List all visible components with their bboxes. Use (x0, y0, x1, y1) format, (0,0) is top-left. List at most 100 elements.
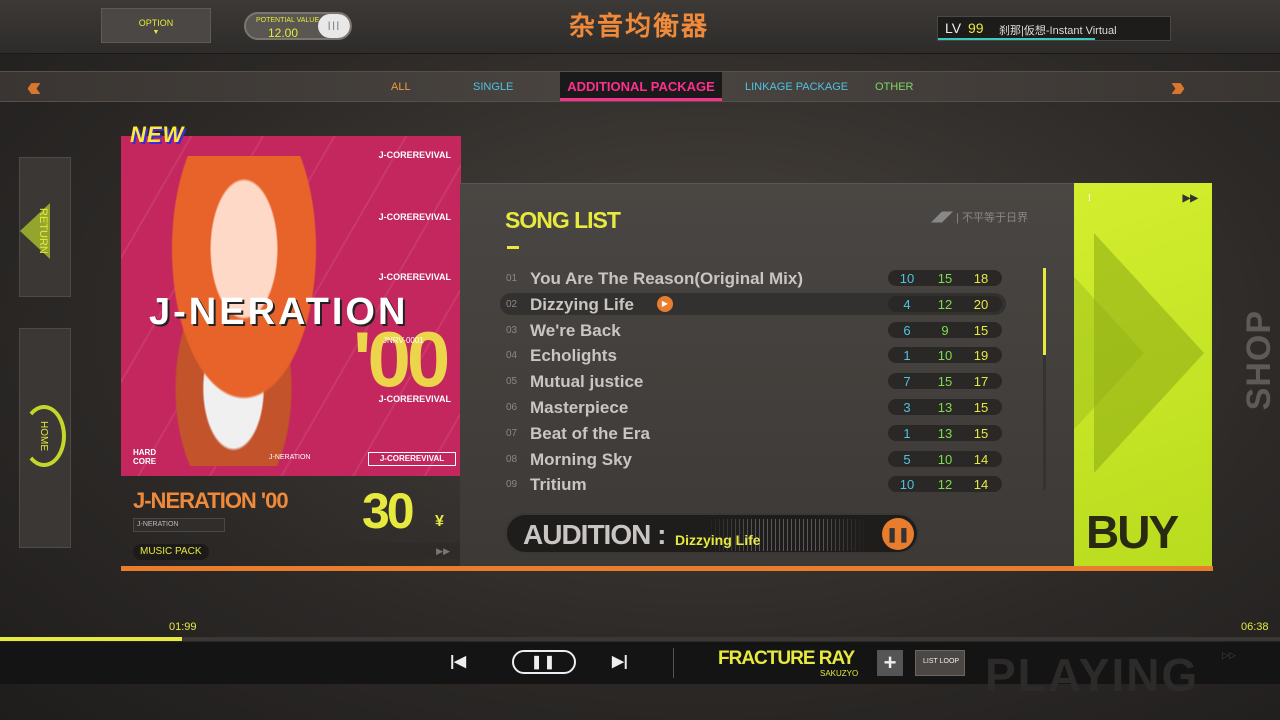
song-number: 02 (506, 298, 518, 310)
player-info[interactable]: LV 99 刹那|仮想-Instant Virtual (937, 16, 1171, 41)
difficulty-hard: 14 (973, 477, 989, 493)
album-cover: J-COREREVIVAL J-COREREVIVAL J-COREREVIVA… (121, 136, 461, 476)
song-row[interactable]: 03 We're Back 6 9 15 (500, 319, 1006, 341)
total-time: 06:38 (1241, 621, 1269, 633)
price-unit: ¥ (435, 513, 444, 530)
difficulty-normal: 12 (937, 477, 953, 493)
difficulty-hard: 19 (973, 348, 989, 364)
song-number: 01 (506, 273, 518, 284)
waveform-icon (707, 519, 867, 551)
list-loop-button[interactable]: LIST LOOP (915, 650, 965, 676)
playing-watermark: PLAYING (985, 649, 1200, 701)
now-playing-artist: SAKUZYO (820, 669, 859, 678)
difficulty-group: 7 15 17 (888, 373, 1002, 390)
title-underline (507, 246, 519, 249)
add-to-list-button[interactable]: + (877, 650, 903, 676)
tab-additional-package[interactable]: ADDITIONAL PACKAGE (560, 72, 722, 101)
song-name: Echolights (530, 346, 617, 366)
difficulty-group: 4 12 20 (888, 295, 1002, 312)
pack-name: J-NERATION '00 (133, 488, 289, 513)
song-number: 07 (506, 427, 518, 439)
tab-other[interactable]: OTHER (875, 81, 914, 93)
tab-single[interactable]: SINGLE (473, 81, 513, 93)
player-name: 刹那|仮想-Instant Virtual (999, 25, 1117, 37)
song-row[interactable]: 06 Masterpiece 3 13 15 (500, 396, 1006, 418)
chevron-down-icon: ▼ (152, 29, 160, 36)
progress-fill (0, 637, 182, 641)
difficulty-normal: 13 (937, 425, 953, 441)
song-name: Mutual justice (530, 372, 644, 392)
song-number: 05 (506, 376, 518, 388)
cover-brand-text: J-COREREVIVAL (378, 212, 451, 222)
pack-play-icon[interactable]: ▶▶ (336, 543, 460, 559)
scrollbar-thumb[interactable] (1043, 268, 1046, 355)
brand-logo: ◢◤ | 不平等于日界 (931, 212, 1028, 224)
song-name: Beat of the Era (530, 423, 650, 443)
difficulty-group: 5 10 14 (888, 450, 1002, 467)
next-track-button[interactable]: ▶| (610, 652, 630, 672)
song-list-title: SONG LIST (505, 207, 621, 233)
buy-button[interactable]: I ▶▶ BUY (1074, 183, 1212, 566)
difficulty-group: 6 9 15 (888, 321, 1002, 338)
difficulty-normal: 10 (937, 451, 953, 467)
tab-all[interactable]: ALL (391, 81, 411, 93)
cover-brand-text: J-COREREVIVAL (378, 272, 451, 282)
audition-pause-button[interactable]: ❚❚ (882, 518, 914, 550)
play-preview-icon[interactable]: ▶ (657, 295, 673, 312)
buy-corner-mark: I (1088, 193, 1091, 204)
tab-linkage-package[interactable]: LINKAGE PACKAGE (745, 81, 848, 93)
song-row[interactable]: 08 Morning Sky 5 10 14 (500, 448, 1006, 470)
song-row[interactable]: 07 Beat of the Era 1 13 15 (500, 422, 1006, 444)
difficulty-easy: 7 (903, 374, 911, 390)
difficulty-normal: 15 (937, 374, 953, 390)
difficulty-hard: 14 (973, 451, 989, 467)
audition-label: AUDITION : (523, 519, 666, 550)
difficulty-group: 10 15 18 (888, 270, 1002, 286)
song-number: 03 (506, 324, 518, 336)
level-value: 99 (968, 20, 984, 36)
previous-track-button[interactable]: |◀ (448, 652, 468, 672)
cover-brand-text: J-COREREVIVAL (378, 150, 451, 160)
song-row[interactable]: 09 Tritium 10 12 14 (500, 473, 1006, 495)
shop-watermark: SHOP (1240, 310, 1278, 411)
progress-track[interactable] (0, 637, 1280, 641)
playing-marker-icon: ▷▷ (1222, 650, 1236, 660)
pack-type-badge: MUSIC PACK (133, 544, 209, 560)
difficulty-normal: 12 (937, 296, 953, 312)
category-tabs: ALL SINGLE ADDITIONAL PACKAGE LINKAGE PA… (0, 71, 1280, 102)
difficulty-easy: 1 (903, 348, 911, 364)
potential-label: POTENTIAL VALUE (256, 17, 320, 24)
song-name: Morning Sky (530, 449, 633, 469)
difficulty-normal: 15 (937, 271, 953, 286)
song-row[interactable]: 05 Mutual justice 7 15 17 (500, 370, 1006, 392)
difficulty-hard: 15 (973, 322, 989, 338)
pause-button[interactable]: ❚❚ (512, 650, 576, 674)
difficulty-normal: 9 (941, 322, 949, 338)
difficulty-easy: 4 (903, 296, 911, 312)
home-button[interactable]: HOME (19, 328, 71, 548)
potential-value: 12.00 (268, 26, 299, 40)
song-name: We're Back (530, 320, 621, 340)
difficulty-easy: 3 (903, 400, 911, 415)
difficulty-group: 1 10 19 (888, 347, 1002, 364)
difficulty-normal: 13 (937, 400, 953, 415)
return-button[interactable]: RETURN (19, 157, 71, 297)
difficulty-easy: 10 (899, 271, 915, 286)
difficulty-easy: 1 (903, 425, 911, 441)
difficulty-group: 3 13 15 (888, 399, 1002, 415)
cover-hardcore-text: HARD CORE (133, 448, 157, 466)
song-row[interactable]: 04 Echolights 1 10 19 (500, 344, 1006, 366)
potential-value-toggle[interactable]: POTENTIAL VALUE 12.00 III (244, 12, 352, 40)
song-row[interactable]: 02 Dizzying Life ▶ 4 12 20 (500, 292, 1006, 315)
difficulty-hard: 15 (973, 425, 989, 441)
game-logo: 杂音均衡器 (568, 12, 709, 42)
difficulty-easy: 5 (903, 451, 911, 467)
song-number: 08 (506, 453, 518, 465)
option-button[interactable]: OPTION ▼ (101, 8, 211, 43)
level-label: LV (945, 20, 962, 36)
pack-subtitle: J-NERATION (133, 518, 225, 532)
price-value: 30 (362, 483, 415, 539)
current-time: 01:99 (169, 621, 197, 633)
song-row[interactable]: 01 You Are The Reason(Original Mix) 10 15 18 (500, 267, 1006, 289)
difficulty-hard: 17 (973, 374, 989, 390)
